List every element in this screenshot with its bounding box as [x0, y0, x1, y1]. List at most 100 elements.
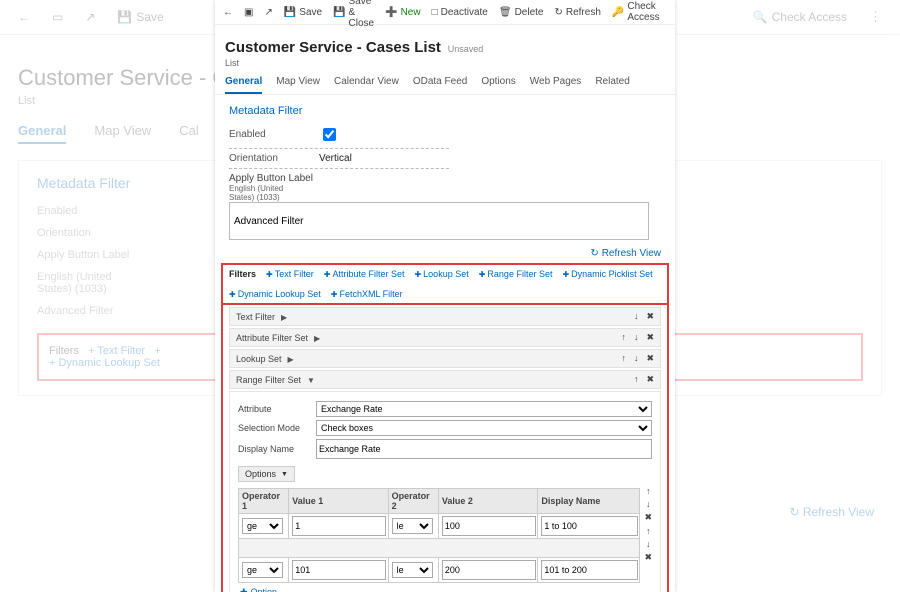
- tab-web-pages[interactable]: Web Pages: [530, 76, 582, 94]
- filter-row-range: Range Filter Set ▼ ↑ ✖: [229, 370, 661, 389]
- row-remove-icon[interactable]: ✖: [644, 512, 652, 523]
- bg-tab-cal: Cal: [179, 123, 199, 144]
- tab-odata-feed[interactable]: OData Feed: [413, 76, 467, 94]
- move-up-icon[interactable]: ↑: [634, 374, 639, 385]
- tab-options[interactable]: Options: [481, 76, 515, 94]
- bg-tab-map: Map View: [94, 123, 151, 144]
- row-move-down-icon[interactable]: ↓: [646, 539, 651, 549]
- collapse-icon[interactable]: ▼: [307, 376, 315, 385]
- remove-icon[interactable]: ✖: [646, 374, 654, 385]
- check-access-button[interactable]: 🔑Check Access: [612, 1, 660, 23]
- op1-select[interactable]: ge: [242, 562, 283, 578]
- tab-related[interactable]: Related: [595, 76, 629, 94]
- selection-mode-select[interactable]: Check boxes: [316, 420, 652, 436]
- page-title: Customer Service - Cases List: [225, 39, 441, 56]
- bg-add-dyn-lookup: + Dynamic Lookup Set: [49, 357, 160, 369]
- enabled-checkbox[interactable]: [323, 128, 336, 141]
- op2-select[interactable]: le: [392, 518, 433, 534]
- remove-icon[interactable]: ✖: [646, 332, 654, 343]
- metadata-filter-heading: Metadata Filter: [229, 105, 661, 117]
- bg-filters-label: Filters: [49, 345, 79, 357]
- display-name-label: Display Name: [238, 444, 316, 454]
- v1-input[interactable]: [292, 516, 386, 536]
- add-lookup-set[interactable]: Lookup Set: [414, 269, 468, 279]
- filter-row-attribute: Attribute Filter Set ▶ ↑ ↓ ✖: [229, 328, 661, 347]
- expand-icon[interactable]: ▶: [288, 355, 294, 364]
- delete-button[interactable]: 🗑Delete: [499, 7, 544, 18]
- bg-refresh-view: ↻ Refresh View: [789, 505, 874, 519]
- expand-icon[interactable]: ▶: [281, 313, 287, 322]
- bg-more: ⋮: [869, 9, 882, 25]
- row-remove-icon[interactable]: ✖: [644, 552, 652, 563]
- row-move-up-icon[interactable]: ↑: [646, 526, 651, 536]
- foreground-card: ← ▣ ↗ 💾Save 💾Save & Close ➕New □Deactiva…: [215, 0, 675, 592]
- dn-input[interactable]: [541, 516, 637, 536]
- add-option-button[interactable]: Option: [238, 583, 652, 592]
- op2-select[interactable]: le: [392, 562, 433, 578]
- col-v2: Value 2: [438, 489, 537, 514]
- move-down-icon[interactable]: ↓: [634, 311, 639, 322]
- orientation-value[interactable]: Vertical: [319, 153, 352, 164]
- v2-input[interactable]: [442, 560, 536, 580]
- remove-icon[interactable]: ✖: [646, 311, 654, 322]
- form-icon[interactable]: ▣: [244, 7, 253, 18]
- row-move-down-icon[interactable]: ↓: [646, 499, 651, 509]
- add-dynamic-picklist-set[interactable]: Dynamic Picklist Set: [562, 269, 652, 279]
- popout-icon[interactable]: ↗: [264, 7, 272, 18]
- deactivate-button[interactable]: □Deactivate: [432, 7, 488, 18]
- more-commands-button[interactable]: ⋮: [671, 4, 675, 20]
- new-button[interactable]: ➕New: [385, 7, 420, 18]
- add-range-filter-set[interactable]: Range Filter Set: [479, 269, 553, 279]
- v1-input[interactable]: [292, 560, 386, 580]
- table-row[interactable]: ge le: [239, 558, 640, 583]
- options-dropdown[interactable]: Options: [238, 466, 295, 482]
- bg-popout-icon: ↗: [85, 10, 95, 24]
- command-bar: ← ▣ ↗ 💾Save 💾Save & Close ➕New □Deactiva…: [215, 0, 675, 25]
- tab-general[interactable]: General: [225, 76, 262, 94]
- filter-row-label: Range Filter Set: [236, 375, 301, 385]
- move-up-icon[interactable]: ↑: [621, 332, 626, 343]
- expand-icon[interactable]: ▶: [314, 334, 320, 343]
- v2-input[interactable]: [442, 516, 536, 536]
- filter-row-label: Attribute Filter Set: [236, 333, 308, 343]
- unsaved-badge: Unsaved: [448, 44, 484, 54]
- apply-button-label-input[interactable]: [229, 202, 649, 240]
- remove-icon[interactable]: ✖: [646, 353, 654, 364]
- display-name-input[interactable]: [316, 439, 652, 459]
- filter-row-label: Text Filter: [236, 312, 275, 322]
- filter-row-lookup: Lookup Set ▶ ↑ ↓ ✖: [229, 349, 661, 368]
- tab-map-view[interactable]: Map View: [276, 76, 320, 94]
- col-dn: Display Name: [538, 489, 640, 514]
- tab-calendar-view[interactable]: Calendar View: [334, 76, 399, 94]
- bg-add-text-filter: + Text Filter: [88, 345, 145, 357]
- add-attribute-filter-set[interactable]: Attribute Filter Set: [324, 269, 405, 279]
- bg-check: 🔍 Check Access: [753, 10, 847, 24]
- range-filter-form: Attribute Exchange Rate Selection Mode C…: [229, 391, 661, 592]
- attribute-select[interactable]: Exchange Rate: [316, 401, 652, 417]
- add-fetchxml-filter[interactable]: FetchXML Filter: [331, 289, 403, 299]
- bg-save: 💾 Save: [117, 10, 163, 24]
- bg-back: ←: [18, 10, 30, 24]
- save-button[interactable]: 💾Save: [284, 7, 322, 18]
- add-text-filter[interactable]: Text Filter: [266, 269, 314, 279]
- filter-row-label: Lookup Set: [236, 354, 282, 364]
- table-row[interactable]: ge le: [239, 514, 640, 539]
- col-op2: Operator 2: [388, 489, 438, 514]
- move-down-icon[interactable]: ↓: [634, 353, 639, 364]
- apply-locale: English (United States) (1033): [229, 184, 661, 202]
- back-button[interactable]: ←: [223, 7, 233, 18]
- selection-mode-label: Selection Mode: [238, 423, 316, 433]
- refresh-button[interactable]: ↻Refresh: [554, 7, 600, 18]
- move-up-icon[interactable]: ↑: [621, 353, 626, 364]
- refresh-view-link[interactable]: Refresh View: [215, 244, 675, 263]
- attribute-label: Attribute: [238, 404, 316, 414]
- bg-tab-general: General: [18, 123, 66, 144]
- row-move-up-icon[interactable]: ↑: [646, 486, 651, 496]
- filter-row-text: Text Filter ▶ ↓ ✖: [229, 307, 661, 326]
- move-down-icon[interactable]: ↓: [634, 332, 639, 343]
- add-dynamic-lookup-set[interactable]: Dynamic Lookup Set: [229, 289, 321, 299]
- op1-select[interactable]: ge: [242, 518, 283, 534]
- dn-input[interactable]: [541, 560, 637, 580]
- save-close-button[interactable]: 💾Save & Close: [333, 0, 374, 29]
- enabled-label: Enabled: [229, 129, 319, 140]
